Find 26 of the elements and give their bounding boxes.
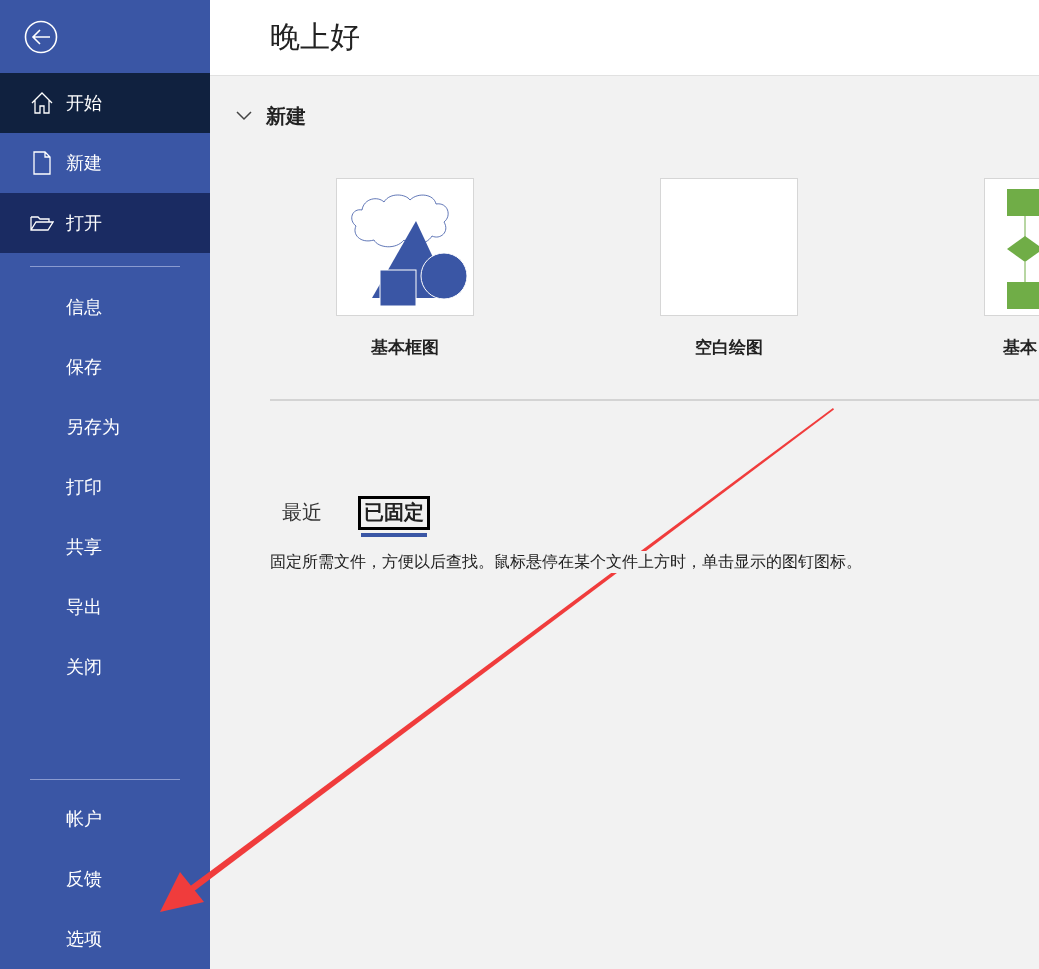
sidebar-item[interactable]: 打印 (0, 457, 210, 517)
sidebar-item[interactable]: 打开 (0, 193, 210, 253)
template-thumbnail[interactable] (660, 178, 798, 316)
sidebar-item[interactable]: 保存 (0, 337, 210, 397)
sidebar-item[interactable]: 信息 (0, 277, 210, 337)
template-label: 空白绘图 (695, 336, 763, 359)
greeting-title: 晚上好 (270, 18, 360, 56)
template-label: 基本框图 (371, 336, 439, 359)
tab[interactable]: 最近 (276, 496, 328, 530)
document-icon (30, 151, 54, 175)
sidebar-item[interactable]: 共享 (0, 517, 210, 577)
back-icon[interactable] (24, 19, 58, 54)
sidebar-item[interactable]: 开始 (0, 73, 210, 133)
sidebar-item[interactable]: 关闭 (0, 637, 210, 697)
sidebar-item[interactable]: 选项 (0, 909, 210, 969)
sidebar-item[interactable]: 导出 (0, 577, 210, 637)
template-thumbnail[interactable] (336, 178, 474, 316)
sidebar-item[interactable]: 反馈 (0, 849, 210, 909)
sidebar-item[interactable]: 帐户 (0, 789, 210, 849)
template-label: 基本 (1003, 336, 1037, 359)
sidebar-item[interactable]: 另存为 (0, 397, 210, 457)
chevron-icon[interactable] (236, 111, 252, 121)
home-icon (30, 91, 54, 115)
section-title: 新建 (266, 102, 306, 130)
tab[interactable]: 已固定 (358, 496, 430, 530)
sidebar-item[interactable]: 新建 (0, 133, 210, 193)
